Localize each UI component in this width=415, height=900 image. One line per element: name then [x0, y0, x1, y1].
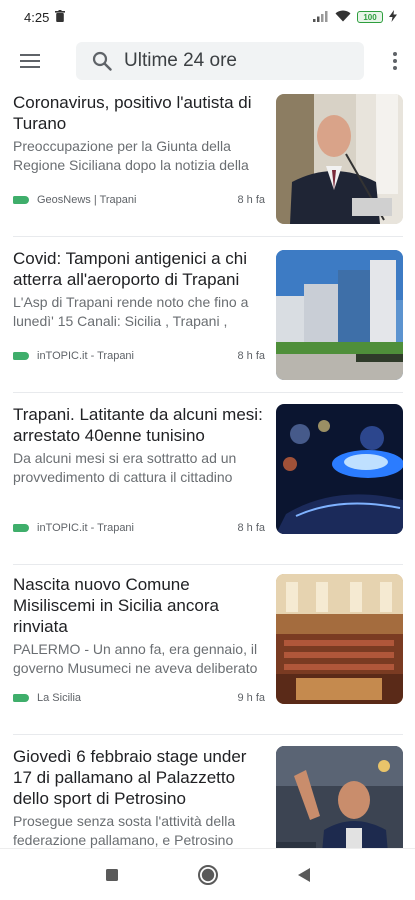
source-tag-icon [13, 524, 29, 532]
article-time: 8 h fa [237, 350, 265, 362]
article-meta: inTOPIC.it - Trapani 8 h fa [13, 522, 265, 534]
divider [13, 734, 403, 735]
article-time: 8 h fa [237, 522, 265, 534]
article-headline[interactable]: Coronavirus, positivo l'autista di Turan… [13, 92, 265, 134]
article-snippet: Da alcuni mesi si era sottratto ad un pr… [13, 450, 237, 485]
trash-icon [55, 9, 66, 25]
article-card[interactable]: Coronavirus, positivo l'autista di Turan… [0, 92, 415, 237]
top-app-bar: Ultime 24 ore [0, 38, 415, 84]
article-snippet: Preoccupazione per la Giunta della Regio… [13, 138, 249, 173]
article-headline[interactable]: Giovedì 6 febbraio stage under 17 di pal… [13, 746, 265, 809]
status-time: 4:25 [24, 9, 50, 25]
article-snippet: L'Asp di Trapani rende noto che fino a l… [13, 294, 249, 329]
search-icon [92, 51, 112, 71]
news-feed[interactable]: Coronavirus, positivo l'autista di Turan… [0, 92, 415, 848]
recents-button[interactable] [98, 861, 126, 889]
source-tag-icon [13, 196, 29, 204]
article-time: 9 h fa [237, 692, 265, 704]
wifi-icon [335, 10, 351, 25]
article-headline[interactable]: Covid: Tamponi antigenici a chi atterra … [13, 248, 265, 290]
article-card[interactable]: Nascita nuovo Comune Misiliscemi in Sici… [0, 574, 415, 735]
article-meta: inTOPIC.it - Trapani 8 h fa [13, 350, 265, 362]
hamburger-menu-icon [20, 54, 40, 68]
article-headline[interactable]: Trapani. Latitante da alcuni mesi: arres… [13, 404, 265, 446]
article-thumbnail[interactable] [276, 94, 403, 224]
article-thumbnail[interactable] [276, 250, 403, 380]
back-button[interactable] [290, 861, 318, 889]
source-tag-icon [13, 352, 29, 360]
search-input[interactable]: Ultime 24 ore [76, 42, 364, 80]
signal-icon [313, 10, 329, 25]
article-card[interactable]: Covid: Tamponi antigenici a chi atterra … [0, 248, 415, 393]
article-source[interactable]: GeosNews | Trapani [37, 194, 136, 206]
article-thumbnail[interactable] [276, 746, 403, 848]
article-thumbnail[interactable] [276, 404, 403, 534]
article-source[interactable]: inTOPIC.it - Trapani [37, 522, 134, 534]
hamburger-menu-button[interactable] [0, 38, 60, 84]
article-card[interactable]: Giovedì 6 febbraio stage under 17 di pal… [0, 746, 415, 848]
home-button[interactable] [194, 861, 222, 889]
article-source[interactable]: La Sicilia [37, 692, 81, 704]
article-headline[interactable]: Nascita nuovo Comune Misiliscemi in Sici… [13, 574, 265, 637]
article-time: 8 h fa [237, 194, 265, 206]
system-nav-bar [0, 848, 415, 900]
divider [13, 236, 403, 237]
battery-icon: 100 [357, 11, 383, 23]
charging-icon [389, 9, 397, 25]
article-card[interactable]: Trapani. Latitante da alcuni mesi: arres… [0, 404, 415, 565]
divider [13, 564, 403, 565]
article-snippet: PALERMO - Un anno fa, era gennaio, il go… [13, 641, 258, 676]
more-vert-icon [393, 52, 397, 70]
home-circle-icon [197, 864, 218, 885]
divider [13, 392, 403, 393]
back-triangle-icon [297, 867, 310, 882]
status-bar: 4:25 100 [0, 0, 415, 34]
source-tag-icon [13, 694, 29, 702]
article-meta: GeosNews | Trapani 8 h fa [13, 194, 265, 206]
article-thumbnail[interactable] [276, 574, 403, 704]
more-options-button[interactable] [375, 38, 415, 84]
article-meta: La Sicilia 9 h fa [13, 692, 265, 704]
article-snippet: Prosegue senza sosta l'attività della fe… [13, 813, 236, 848]
article-source[interactable]: inTOPIC.it - Trapani [37, 350, 134, 362]
square-icon [105, 868, 118, 881]
search-query: Ultime 24 ore [124, 50, 237, 71]
